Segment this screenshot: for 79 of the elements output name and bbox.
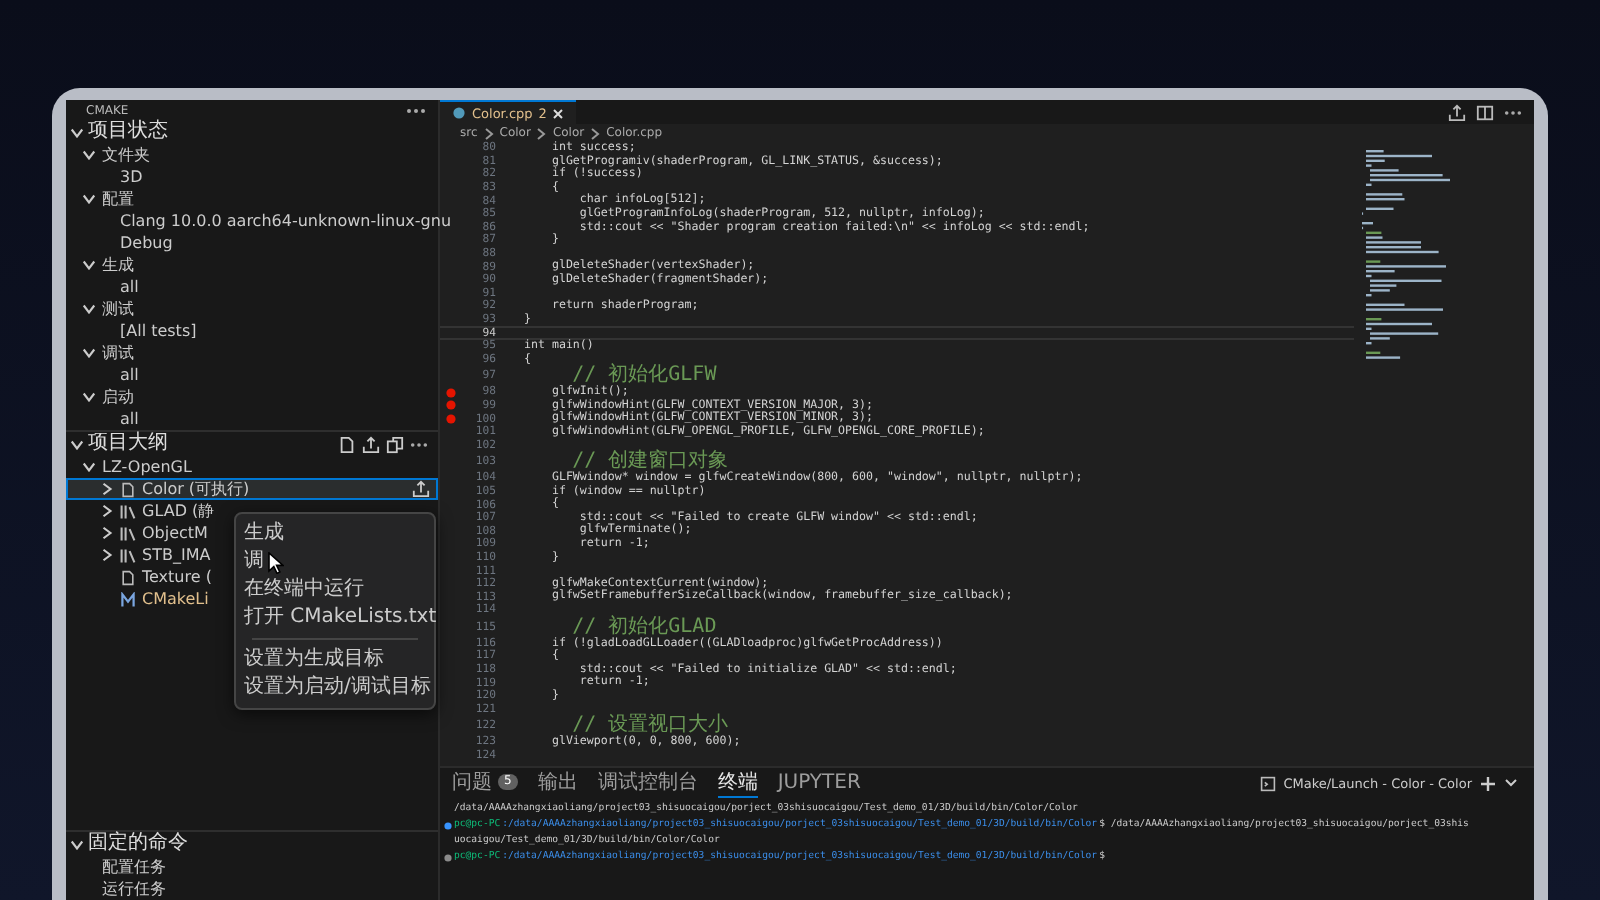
panel-tab[interactable]: 终端 bbox=[717, 769, 758, 797]
chevron-icon[interactable] bbox=[82, 302, 96, 316]
chevron-icon[interactable] bbox=[82, 192, 96, 206]
breakpoint-icon[interactable] bbox=[445, 400, 455, 411]
tree-item[interactable]: ObjectM bbox=[142, 522, 208, 544]
upload-icon[interactable] bbox=[362, 435, 380, 453]
tree-item[interactable]: all bbox=[120, 408, 139, 430]
tree-item[interactable]: all bbox=[120, 276, 139, 298]
tree-item[interactable]: 3D bbox=[120, 166, 143, 188]
tree-item[interactable]: 调试 bbox=[102, 342, 134, 364]
tree-item[interactable]: [All tests] bbox=[120, 320, 197, 342]
code-line: // 初始化GLFW bbox=[572, 366, 717, 387]
section-title[interactable]: 项目大纲 bbox=[88, 432, 168, 456]
split-editor-icon[interactable] bbox=[1476, 103, 1494, 121]
tree-item[interactable]: all bbox=[120, 364, 139, 386]
chevron-icon[interactable] bbox=[100, 482, 114, 496]
file-icon bbox=[120, 569, 136, 585]
books-icon bbox=[120, 525, 136, 541]
tree-item[interactable]: 配置任务 bbox=[102, 856, 166, 878]
tree-item[interactable]: 启动 bbox=[102, 386, 134, 408]
file-icon[interactable] bbox=[338, 435, 356, 453]
menu-item[interactable]: 生成 bbox=[236, 520, 434, 548]
tree-item[interactable]: 测试 bbox=[102, 298, 134, 320]
chevron-icon[interactable] bbox=[82, 258, 96, 272]
chevron-icon bbox=[536, 127, 547, 139]
panel-tab[interactable]: 输出 bbox=[537, 769, 578, 797]
build-icon[interactable] bbox=[1448, 103, 1466, 121]
close-icon[interactable] bbox=[552, 107, 565, 119]
panel-tab[interactable]: JUPYTER bbox=[777, 769, 861, 797]
tree-item[interactable]: CMakeLi bbox=[142, 588, 209, 610]
chevron-icon[interactable] bbox=[70, 837, 84, 851]
tree-item[interactable]: LZ-OpenGL bbox=[102, 456, 192, 478]
more-icon[interactable] bbox=[406, 108, 426, 114]
code-line: // 初始化GLAD bbox=[570, 617, 717, 638]
tree-item[interactable]: 生成 bbox=[102, 254, 134, 276]
menu-item[interactable]: 调 bbox=[236, 548, 434, 576]
chevron-icon[interactable] bbox=[100, 504, 114, 518]
chevron-icon[interactable] bbox=[82, 460, 96, 474]
tree-item[interactable]: Clang 10.0.0 aarch64-unknown-linux-gnu bbox=[120, 210, 452, 232]
cpp-file-icon bbox=[452, 106, 466, 120]
chevron-icon[interactable] bbox=[82, 148, 96, 162]
tree-item[interactable]: STB_IMA bbox=[142, 544, 211, 566]
chevron-icon[interactable] bbox=[70, 437, 84, 451]
breakpoint-icon[interactable] bbox=[445, 387, 455, 398]
terminal-icon bbox=[1259, 775, 1276, 791]
code-line: // 创建窗口对象 bbox=[572, 452, 729, 473]
section-title[interactable]: 项目状态 bbox=[88, 120, 168, 144]
books-icon bbox=[120, 503, 136, 519]
file-icon bbox=[120, 481, 136, 497]
menu-item[interactable]: 设置为生成目标 bbox=[236, 646, 434, 674]
books-icon bbox=[120, 547, 136, 563]
code-line: // 设置视口大小 bbox=[572, 716, 729, 737]
menu-item[interactable]: 在终端中运行 bbox=[236, 576, 434, 604]
cursor-icon bbox=[268, 552, 284, 574]
tree-item[interactable]: GLAD (静 bbox=[142, 500, 215, 522]
menu-item[interactable]: 打开 CMakeLists.txt bbox=[236, 604, 434, 632]
tree-item[interactable]: Debug bbox=[120, 232, 173, 254]
caret-icon[interactable] bbox=[1504, 778, 1518, 788]
chevron-icon[interactable] bbox=[70, 125, 84, 139]
chevron-icon[interactable] bbox=[100, 548, 114, 562]
build-icon[interactable] bbox=[412, 480, 430, 498]
tree-item[interactable]: Texture ( bbox=[142, 566, 212, 588]
chevron-icon[interactable] bbox=[82, 390, 96, 404]
breakpoint-icon[interactable] bbox=[445, 414, 455, 425]
copy-icon[interactable] bbox=[386, 435, 404, 453]
menu-item[interactable]: 设置为启动/调试目标 bbox=[236, 674, 434, 702]
more-icon[interactable] bbox=[410, 441, 428, 447]
chevron-icon bbox=[483, 127, 494, 139]
chevron-icon[interactable] bbox=[100, 526, 114, 540]
section-title[interactable]: 固定的命令 bbox=[88, 832, 188, 856]
chevron-icon bbox=[590, 127, 601, 139]
add-icon[interactable] bbox=[1480, 775, 1496, 791]
chevron-icon[interactable] bbox=[82, 346, 96, 360]
panel-tab[interactable]: 调试控制台 bbox=[597, 769, 698, 797]
tree-item[interactable]: 配置 bbox=[102, 188, 134, 210]
more-icon[interactable] bbox=[1504, 109, 1522, 115]
letter-m-icon bbox=[120, 591, 136, 607]
tree-item[interactable]: 文件夹 bbox=[102, 144, 150, 166]
tree-item[interactable]: 运行任务 bbox=[102, 878, 166, 900]
